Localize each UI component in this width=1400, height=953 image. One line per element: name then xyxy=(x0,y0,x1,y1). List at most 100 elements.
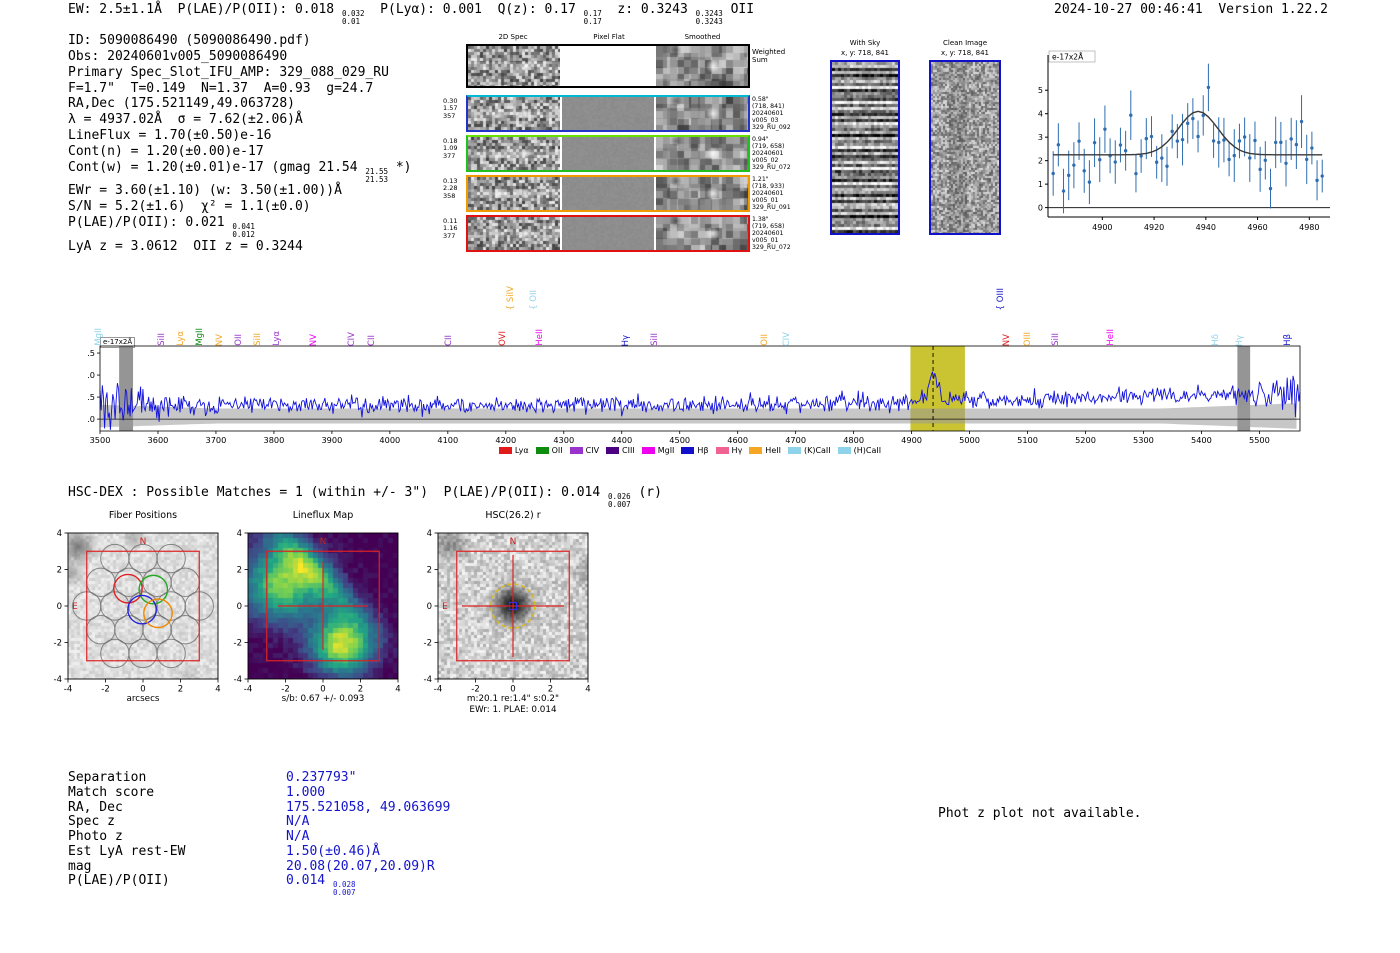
svg-text:3: 3 xyxy=(1038,133,1043,142)
svg-text:0: 0 xyxy=(57,602,62,612)
spec2d-strip xyxy=(468,177,560,210)
full-spectrum-plot: 3500 3600 3700 3800 3900 4000 4100 4200 4300 4400… xyxy=(88,345,1301,445)
info-line: LineFlux = 1.70(±0.50)e-16 xyxy=(68,128,272,144)
legend-label: (K)CaII xyxy=(803,446,831,455)
spec2d-cutouts: 2D Spec Pixel Flat Smoothed 0.30 1.57 357 0.58… xyxy=(443,30,798,258)
spec2d-col-header: Smoothed xyxy=(684,33,721,41)
clean-image-coords: x, y: 718, 841 xyxy=(941,49,989,57)
match-table-row: P(LAE)/P(OII) 0.014 0.028 0.007 xyxy=(68,873,450,898)
match-table-row: RA, Dec 175.521058, 49.063699 xyxy=(68,799,450,816)
svg-text:3700: 3700 xyxy=(206,435,227,445)
svg-text:-2: -2 xyxy=(471,685,479,695)
legend-swatch xyxy=(715,447,729,454)
legend-label: MgII xyxy=(657,446,675,455)
spec2d-strip xyxy=(656,217,748,250)
svg-text:-2: -2 xyxy=(234,639,242,649)
svg-text:2.5: 2.5 xyxy=(88,392,95,402)
match-field-value: 1.50(±0.46)Å xyxy=(286,843,380,859)
svg-text:4400: 4400 xyxy=(611,435,632,445)
spec2d-strip xyxy=(562,177,654,210)
spec2d-strip xyxy=(468,97,560,130)
spec2d-row-note: 0.58" (718, 841) 20240601 v005_03 329_RU_092 xyxy=(752,96,791,131)
match-table-row: Photo z N/A xyxy=(68,829,450,845)
hsc-dex-header: HSC-DEX : Possible Matches = 1 (within +… xyxy=(68,485,662,509)
fiber-positions-title: Fiber Positions xyxy=(108,510,178,521)
lineflux-map-panel: Lineflux Map -4 -2 0 2 4 -4 -2 0 2 4 N s/b: 0.67 +… xyxy=(220,508,420,723)
svg-text:3500: 3500 xyxy=(90,435,111,445)
spec2d-col-header: 2D Spec xyxy=(498,33,528,41)
svg-text:4920: 4920 xyxy=(1144,223,1164,232)
legend-item: (K)CaII xyxy=(787,446,831,455)
svg-text:-4: -4 xyxy=(424,675,432,685)
match-field-label: RA, Dec xyxy=(68,799,123,815)
summary-header: EW: 2.5±1.1Å P(LAE)/P(OII): 0.018 0.032 0… xyxy=(68,2,755,26)
legend-label: Lyα xyxy=(514,446,529,455)
spec2d-strip xyxy=(656,46,748,86)
legend-item: CIV xyxy=(569,446,599,455)
svg-text:5.0: 5.0 xyxy=(88,370,95,380)
lineflux-xlabel: s/b: 0.67 +/- 0.093 xyxy=(281,694,365,704)
match-table-row: Spec z N/A xyxy=(68,814,450,830)
match-field-label: Match score xyxy=(68,784,155,800)
legend-item: Hγ xyxy=(715,446,742,455)
info-line: F=1.7" T=0.149 N=1.37 A=0.93 g=24.7 xyxy=(68,80,374,96)
match-field-label: Est LyA rest-EW xyxy=(68,843,186,859)
svg-text:-2: -2 xyxy=(101,685,109,695)
svg-text:2: 2 xyxy=(427,566,432,576)
spec2d-strip xyxy=(468,217,560,250)
svg-text:4000: 4000 xyxy=(379,435,400,445)
legend-label: OII xyxy=(551,446,563,455)
svg-text:5400: 5400 xyxy=(1191,435,1212,445)
svg-text:4700: 4700 xyxy=(785,435,806,445)
svg-text:4300: 4300 xyxy=(553,435,574,445)
spec2d-row-weights: 0.11 1.16 377 xyxy=(443,217,458,240)
svg-text:-4: -4 xyxy=(64,685,72,695)
info-line: P(LAE)/P(OII): 0.021 0.041 0.012 xyxy=(68,215,255,239)
stacked-uncertainty: 21.55 21.53 xyxy=(365,166,388,184)
svg-text:4100: 4100 xyxy=(437,435,458,445)
hsc-xlabel: m:20.1 re:1.4" s:0.2" xyxy=(466,694,560,704)
svg-text:3900: 3900 xyxy=(321,435,342,445)
stacked-uncertainty: 0.028 0.007 xyxy=(332,880,356,898)
svg-text:5000: 5000 xyxy=(959,435,980,445)
svg-text:4900: 4900 xyxy=(1092,223,1112,232)
match-field-label: Spec z xyxy=(68,814,115,830)
svg-text:2: 2 xyxy=(57,566,62,576)
match-field-value: 1.000 xyxy=(286,784,326,800)
svg-text:0: 0 xyxy=(1038,203,1043,212)
match-table-row: Separation 0.237793" xyxy=(68,770,450,786)
legend-item: (H)CaII xyxy=(837,446,881,455)
legend-item: CIII xyxy=(606,446,635,455)
fiber-xlabel: arcsecs xyxy=(126,694,160,704)
with-sky-title: With Sky xyxy=(849,39,881,47)
svg-text:4500: 4500 xyxy=(669,435,690,445)
spec2d-strip xyxy=(562,46,654,86)
spectrum-legend: Lyα OII CIV CIII MgII Hβ Hγ HeII (K)CaII (H)CaII xyxy=(425,446,955,455)
spec2d-row xyxy=(466,215,750,252)
info-line: RA,Dec (175.521149,49.063728) xyxy=(68,96,295,112)
spec2d-strip xyxy=(656,177,748,210)
svg-text:0: 0 xyxy=(140,685,145,695)
line-fit-plot: 4900 4920 4940 4960 4980 0 1 2 3 4 5 e-17x2Å xyxy=(1038,50,1330,232)
svg-text:0: 0 xyxy=(320,685,325,695)
lineflux-map-image xyxy=(248,533,398,679)
svg-text:-2: -2 xyxy=(424,639,432,649)
clean-image-panel: Clean Image x, y: 718, 841 xyxy=(926,38,1004,235)
svg-text:3600: 3600 xyxy=(148,435,169,445)
spec2d-row-weights: 0.18 1.09 377 xyxy=(443,137,458,160)
spec2d-row xyxy=(466,95,750,132)
svg-text:4980: 4980 xyxy=(1299,223,1319,232)
match-field-label: P(LAE)/P(OII) xyxy=(68,873,170,889)
spec2d-strip xyxy=(562,217,654,250)
spec2d-strip xyxy=(656,137,748,170)
legend-item: OII xyxy=(535,446,563,455)
svg-text:3800: 3800 xyxy=(263,435,284,445)
spec2d-row-weights: 0.30 1.57 357 xyxy=(443,97,458,120)
svg-text:-4: -4 xyxy=(54,675,62,685)
legend-item: HeII xyxy=(749,446,781,455)
stacked-uncertainty: 0.17 0.17 xyxy=(583,9,602,26)
match-field-value: 0.237793" xyxy=(286,770,357,785)
svg-text:0: 0 xyxy=(510,685,515,695)
legend-item: MgII xyxy=(641,446,675,455)
match-field-label: mag xyxy=(68,858,92,874)
